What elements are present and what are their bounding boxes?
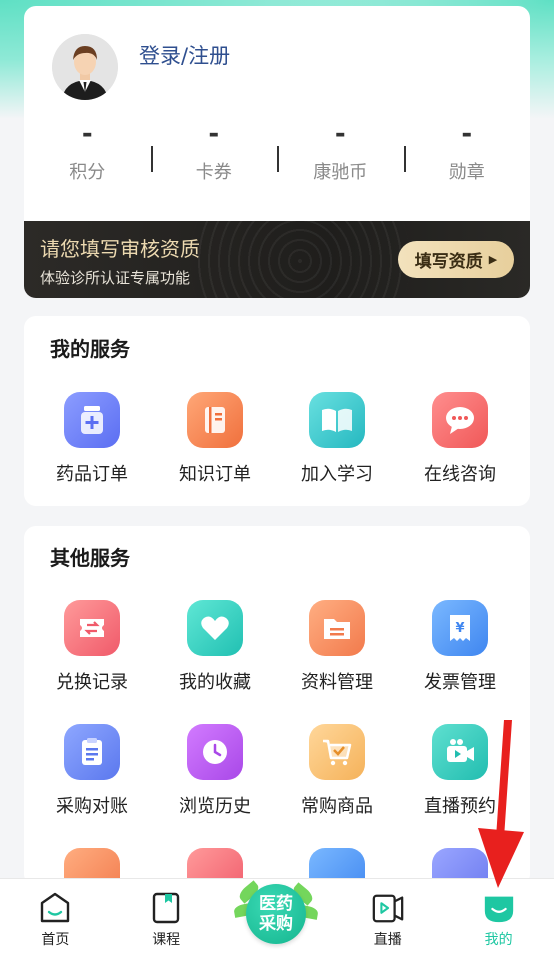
fill-qualification-label: 填写资质 (414, 252, 483, 272)
service-item-browse-history[interactable]: 浏览历史 (153, 724, 277, 818)
profile-card: 登录/注册 - 积分 - 卡券 - 康驰币 - 勋章 请您填写审核资质 体验诊所… (24, 6, 530, 298)
service-item-my-favorites[interactable]: 我的收藏 (153, 600, 277, 694)
folder-icon (309, 600, 365, 656)
stat-value: - (334, 119, 346, 149)
stats-row: - 积分 - 卡券 - 康驰币 - 勋章 (24, 116, 530, 196)
medicine-bottle-icon (64, 392, 120, 448)
service-item-medicine-orders[interactable]: 药品订单 (30, 392, 154, 486)
procurement-line2: 采购 (259, 914, 293, 934)
service-item-knowledge-orders[interactable]: 知识订单 (153, 392, 277, 486)
live-icon (371, 891, 405, 925)
other-services-card: 其他服务 兑换记录 我的收藏 资料管理 ¥ 发票管理 采购对账 浏览历史 常购商… (24, 526, 530, 886)
medical-procurement-button[interactable]: 医药 采购 (233, 880, 319, 950)
clock-icon (187, 724, 243, 780)
qualification-banner: 请您填写审核资质 体验诊所认证专属功能 填写资质 ▶ (24, 221, 530, 298)
service-label: 采购对账 (56, 796, 128, 817)
login-register-link[interactable]: 登录/注册 (139, 40, 230, 70)
service-label: 加入学习 (301, 464, 373, 485)
chat-bubble-icon (432, 392, 488, 448)
service-label: 兑换记录 (56, 672, 128, 693)
service-label: 发票管理 (424, 672, 496, 693)
service-label: 浏览历史 (179, 796, 251, 817)
service-label: 我的收藏 (179, 672, 251, 693)
service-item-purchase-reconciliation[interactable]: 采购对账 (30, 724, 154, 818)
stat-label: 勋章 (448, 162, 485, 183)
avatar[interactable] (52, 34, 118, 100)
stat-value: - (461, 119, 473, 149)
stat-value: - (81, 119, 93, 149)
tab-label: 我的 (484, 932, 513, 948)
qualification-subtitle: 体验诊所认证专属功能 (40, 269, 191, 287)
stat-label: 卡券 (195, 162, 232, 183)
tab-mine[interactable]: 我的 (443, 879, 554, 957)
tab-home[interactable]: 首页 (0, 879, 111, 957)
section-title: 其他服务 (50, 546, 130, 570)
red-arrow-annotation (478, 720, 524, 888)
stat-value: - (208, 119, 220, 149)
clipboard-icon (64, 724, 120, 780)
section-title: 我的服务 (50, 337, 130, 361)
tab-live[interactable]: 直播 (332, 879, 443, 957)
service-item-document-management[interactable]: 资料管理 (275, 600, 399, 694)
tab-course[interactable]: 课程 (111, 879, 222, 957)
procurement-badge: 医药 采购 (246, 884, 306, 944)
home-icon (38, 891, 72, 925)
ticket-exchange-icon (64, 600, 120, 656)
tab-label: 课程 (152, 932, 181, 948)
banner-decoration (190, 221, 410, 298)
book-icon (187, 392, 243, 448)
service-item-join-learning[interactable]: 加入学习 (275, 392, 399, 486)
stat-points[interactable]: - 积分 (24, 116, 151, 196)
service-label: 常购商品 (301, 796, 373, 817)
cart-icon (309, 724, 365, 780)
stat-medals[interactable]: - 勋章 (403, 116, 531, 196)
service-item-invoice-management[interactable]: ¥ 发票管理 (398, 600, 522, 694)
tab-label: 直播 (373, 932, 402, 948)
fill-qualification-button[interactable]: 填写资质 ▶ (398, 241, 514, 278)
stat-coins[interactable]: - 康驰币 (277, 116, 404, 196)
stat-label: 积分 (69, 162, 106, 183)
heart-icon (187, 600, 243, 656)
stat-coupons[interactable]: - 卡券 (150, 116, 278, 196)
service-label: 资料管理 (301, 672, 373, 693)
service-label: 在线咨询 (424, 464, 496, 485)
tab-label: 首页 (41, 932, 70, 948)
invoice-yen-icon: ¥ (432, 600, 488, 656)
profile-icon (482, 891, 516, 925)
procurement-line1: 医药 (259, 894, 293, 914)
service-label: 药品订单 (56, 464, 128, 485)
course-icon (149, 891, 183, 925)
service-item-exchange-records[interactable]: 兑换记录 (30, 600, 154, 694)
service-item-frequent-products[interactable]: 常购商品 (275, 724, 399, 818)
my-services-card: 我的服务 药品订单 知识订单 加入学习 在线咨询 (24, 316, 530, 506)
qualification-title: 请您填写审核资质 (40, 237, 200, 261)
svg-text:¥: ¥ (455, 621, 464, 636)
service-item-online-consult[interactable]: 在线咨询 (398, 392, 522, 486)
caret-right-icon: ▶ (488, 253, 498, 266)
service-label: 知识订单 (179, 464, 251, 485)
stat-label: 康驰币 (313, 162, 368, 183)
open-book-icon (309, 392, 365, 448)
